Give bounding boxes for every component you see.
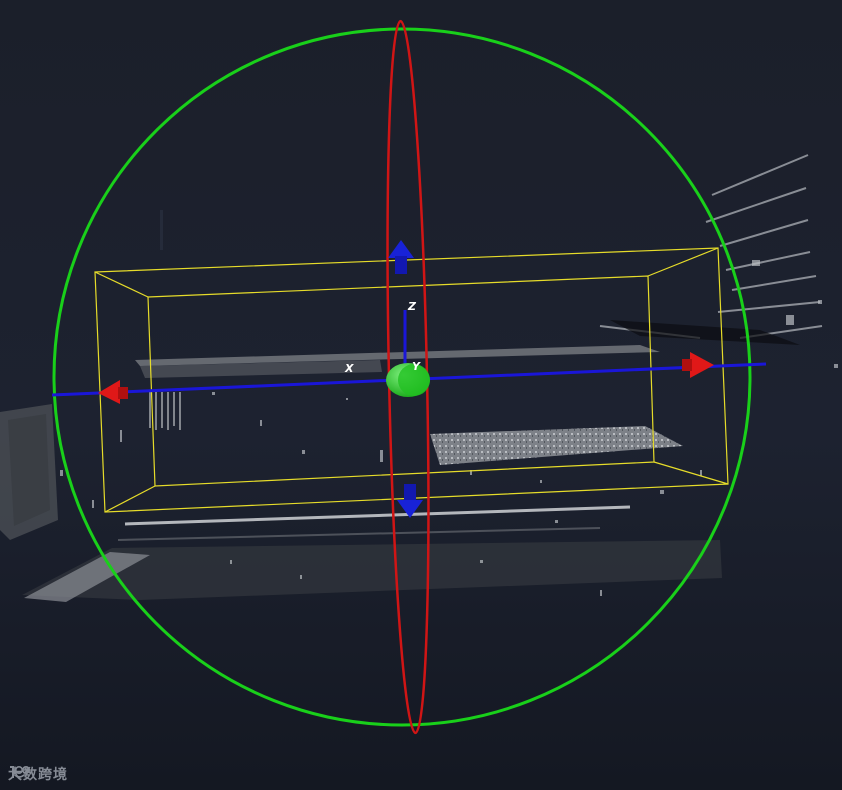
brand-logo-icon (10, 765, 31, 778)
arrow-right-icon[interactable] (682, 352, 714, 378)
scene-canvas[interactable]: X Y Z (0, 0, 842, 790)
arrow-left-icon[interactable] (98, 380, 128, 404)
z-axis-label: Z (407, 300, 417, 313)
3d-viewport[interactable]: X Y Z 大数跨境 (0, 0, 842, 790)
y-axis-label: Y (412, 360, 421, 373)
arrow-up-icon[interactable] (388, 240, 414, 274)
sphere-handle-icon[interactable] (386, 363, 430, 397)
x-axis-label: X (344, 362, 354, 375)
watermark: 大数跨境 (8, 764, 68, 784)
